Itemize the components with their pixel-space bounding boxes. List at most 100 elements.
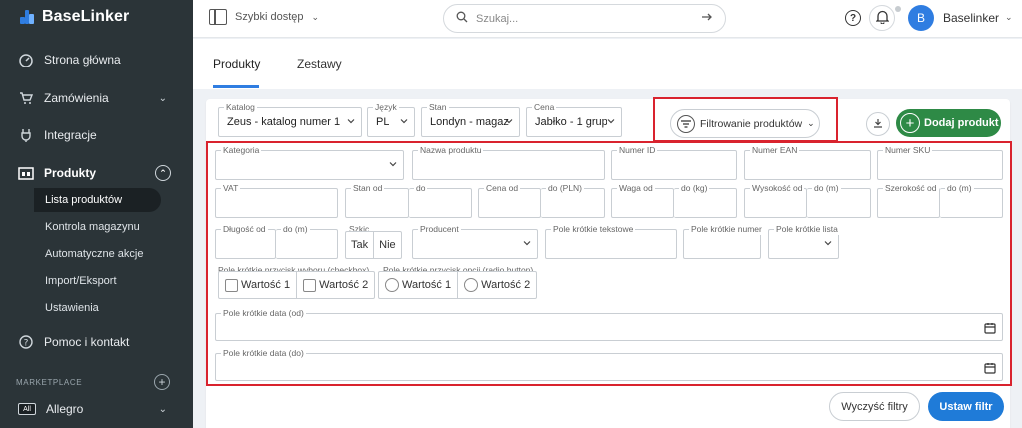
price-to-field[interactable]: do (PLN) xyxy=(541,182,605,218)
user-name[interactable]: Baselinker xyxy=(943,11,999,25)
height-from-input[interactable] xyxy=(747,193,804,213)
help-icon[interactable]: ? xyxy=(845,10,861,26)
catalog-select[interactable]: Katalog Zeus - katalog numer 1 xyxy=(218,101,362,137)
sku-input[interactable] xyxy=(880,155,1000,175)
sidebar-item-home[interactable]: Strona główna xyxy=(0,46,193,74)
length-from-input[interactable] xyxy=(218,234,273,254)
submenu-item-import-export[interactable]: Import/Eksport xyxy=(34,269,117,293)
category-select[interactable]: Kategoria xyxy=(215,144,404,180)
vat-field[interactable]: VAT xyxy=(215,182,338,218)
filter-products-button[interactable]: Filtrowanie produktów ⌄ xyxy=(670,109,820,138)
width-to-field[interactable]: do (m) xyxy=(940,182,1003,218)
filter-products-label: Filtrowanie produktów xyxy=(700,117,803,130)
date-to-field[interactable]: Pole krótkie data (do) xyxy=(215,347,1003,381)
product-id-input[interactable] xyxy=(614,155,734,175)
chevron-down-icon[interactable]: ⌄ xyxy=(1005,12,1013,23)
stock-to-input[interactable] xyxy=(411,193,469,213)
checkbox-icon[interactable] xyxy=(225,278,238,292)
height-to-input[interactable] xyxy=(809,193,868,213)
clear-filters-button[interactable]: Wyczyść filtry xyxy=(829,392,920,421)
width-from-field[interactable]: Szerokość od xyxy=(877,182,940,218)
weight-from-input[interactable] xyxy=(614,193,671,213)
calendar-icon[interactable] xyxy=(984,362,996,374)
stock-to-field[interactable]: do xyxy=(409,182,472,218)
length-to-input[interactable] xyxy=(278,234,335,254)
stock-label: Stan xyxy=(427,101,449,113)
add-product-button[interactable]: + Dodaj produkt xyxy=(896,109,1001,137)
avatar[interactable]: B xyxy=(908,5,934,31)
radio-option-2[interactable]: Wartość 2 xyxy=(457,272,536,298)
chevron-up-icon[interactable]: ⌃ xyxy=(155,165,171,181)
checkbox-option-2[interactable]: Wartość 2 xyxy=(296,272,374,298)
list-field-short[interactable]: Pole krótkie lista xyxy=(768,223,840,259)
search-bar[interactable] xyxy=(443,4,726,33)
checkbox-option-1[interactable]: Wartość 1 xyxy=(219,272,296,298)
weight-from-field[interactable]: Waga od xyxy=(611,182,674,218)
stock-from-input[interactable] xyxy=(348,193,406,213)
price-to-input[interactable] xyxy=(543,193,602,213)
stock-select[interactable]: Stan Londyn - magaz xyxy=(421,101,520,137)
weight-to-field[interactable]: do (kg) xyxy=(674,182,737,218)
vat-input[interactable] xyxy=(218,193,335,213)
tab-sets[interactable]: Zestawy xyxy=(297,57,342,71)
add-marketplace-icon[interactable]: + xyxy=(154,374,170,390)
submenu-item-automatic-actions[interactable]: Automatyczne akcje xyxy=(34,242,143,266)
price-group-select[interactable]: Cena Jabłko - 1 grupa xyxy=(526,101,622,137)
height-to-field[interactable]: do (m) xyxy=(807,182,871,218)
sku-field[interactable]: Numer SKU xyxy=(877,144,1003,180)
tab-products[interactable]: Produkty xyxy=(213,57,260,71)
number-field-short[interactable]: Pole krótkie numer xyxy=(683,223,764,259)
producer-select[interactable]: Producent xyxy=(412,223,538,259)
date-from-field[interactable]: Pole krótkie data (od) xyxy=(215,307,1003,341)
price-from-field[interactable]: Cena od xyxy=(478,182,541,218)
price-from-input[interactable] xyxy=(481,193,538,213)
search-input[interactable] xyxy=(476,12,701,25)
calendar-icon[interactable] xyxy=(984,322,996,334)
sidebar-item-allegro[interactable]: All Allegro ⌄ xyxy=(0,395,193,423)
radio-icon[interactable] xyxy=(464,278,479,292)
number-field-input[interactable] xyxy=(686,234,758,254)
width-from-input[interactable] xyxy=(880,193,937,213)
quick-access-menu[interactable]: Szybki dostęp ⌄ xyxy=(209,9,319,25)
quick-access-label: Szybki dostęp xyxy=(235,11,304,23)
draft-yes-option[interactable]: Tak xyxy=(346,232,373,258)
checkbox-option-label: Wartość 1 xyxy=(241,279,291,291)
text-field-input[interactable] xyxy=(548,234,674,254)
text-field-short[interactable]: Pole krótkie tekstowe xyxy=(545,223,677,259)
date-to-input[interactable] xyxy=(218,358,1000,378)
radio-icon[interactable] xyxy=(385,278,399,292)
apply-filter-button[interactable]: Ustaw filtr xyxy=(928,392,1004,421)
weight-to-input[interactable] xyxy=(676,193,734,213)
product-name-input[interactable] xyxy=(415,155,602,175)
length-to-field[interactable]: do (m) xyxy=(276,223,338,259)
submenu-item-stock-control[interactable]: Kontrola magazynu xyxy=(34,215,140,239)
language-select[interactable]: Język PL xyxy=(367,101,415,137)
stock-from-field[interactable]: Stan od xyxy=(345,182,409,218)
sidebar-item-integrations[interactable]: Integracje xyxy=(0,121,193,149)
arrow-right-icon[interactable] xyxy=(701,12,713,25)
sidebar-toggle-icon[interactable] xyxy=(209,9,227,25)
product-name-field[interactable]: Nazwa produktu xyxy=(412,144,605,180)
radio-option-label: Wartość 1 xyxy=(402,279,452,291)
checkbox-icon[interactable] xyxy=(303,278,317,292)
ean-input[interactable] xyxy=(747,155,868,175)
height-from-field[interactable]: Wysokość od xyxy=(744,182,807,218)
draft-no-option[interactable]: Nie xyxy=(373,232,401,258)
notifications-button[interactable] xyxy=(869,5,895,31)
radio-option-1[interactable]: Wartość 1 xyxy=(379,272,457,298)
sidebar-item-products[interactable]: Produkty ⌃ xyxy=(0,159,193,187)
product-id-field[interactable]: Numer ID xyxy=(611,144,737,180)
ean-field[interactable]: Numer EAN xyxy=(744,144,871,180)
width-to-input[interactable] xyxy=(942,193,1000,213)
price-value: Jabłko - 1 grupa xyxy=(535,116,607,128)
sidebar-item-orders[interactable]: Zamówienia ⌄ xyxy=(0,84,193,112)
radio-group: Wartość 1 Wartość 2 xyxy=(378,271,538,299)
submenu-item-product-list[interactable]: Lista produktów xyxy=(34,188,161,212)
all-badge-icon: All xyxy=(18,403,36,415)
download-button[interactable] xyxy=(866,112,890,136)
date-from-input[interactable] xyxy=(218,318,1000,338)
brand-logo[interactable]: BaseLinker xyxy=(18,8,129,26)
sidebar-item-help[interactable]: ? Pomoc i kontakt xyxy=(0,328,193,356)
length-from-field[interactable]: Długość od xyxy=(215,223,276,259)
submenu-item-settings[interactable]: Ustawienia xyxy=(34,296,99,320)
